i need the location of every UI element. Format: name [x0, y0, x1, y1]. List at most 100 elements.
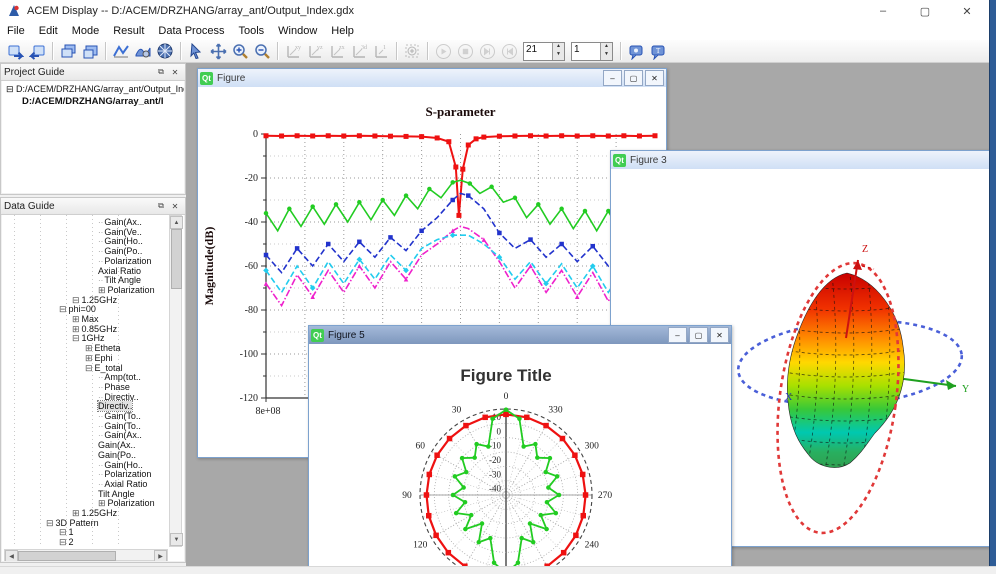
float-panel-icon[interactable]: ⧉ [154, 200, 168, 213]
data-tree-item[interactable]: ⊟phi=00 [59, 304, 96, 314]
menu-edit[interactable]: Edit [32, 22, 65, 40]
collapse-icon[interactable]: ⊟ [72, 295, 80, 305]
title-bar[interactable]: ACEM Display -- D:/ACEM/DRZHANG/array_an… [0, 0, 996, 23]
polar-plot-button[interactable] [154, 41, 176, 61]
collapse-icon[interactable]: ⊟ [59, 537, 67, 547]
expand-icon[interactable]: ⊞ [85, 353, 93, 363]
collapse-icon[interactable]: ⊟ [85, 363, 93, 373]
scroll-down-icon[interactable]: ▼ [170, 533, 183, 546]
data-tree-item[interactable]: ⊟1.25GHz [72, 295, 117, 305]
line-plot-button[interactable] [110, 41, 132, 61]
data-tree-item[interactable]: ⊟2 [59, 537, 74, 547]
collapse-icon[interactable]: ⊟ [46, 518, 54, 528]
project-guide-tree[interactable]: ⊟ D:/ACEM/DRZHANG/array_ant/Output_Index… [2, 81, 184, 193]
figure-title-bar[interactable]: Qt Figure – ▢ ✕ [198, 69, 666, 87]
data-tree-item[interactable]: ··Gain(Ax.. [98, 430, 142, 440]
data-tree-item[interactable]: ··Amp(tot.. [98, 372, 141, 382]
project-tree-item[interactable]: D:/ACEM/DRZHANG/array_ant/I [22, 96, 163, 107]
minimize-button[interactable]: – [862, 0, 904, 22]
data-guide-tree[interactable]: ··Gain(Ax..··Gain(Ve..··Gain(Ho..··Gain(… [2, 215, 168, 547]
expand-icon[interactable]: ⊞ [72, 314, 80, 324]
expand-icon[interactable]: ⊞ [72, 324, 80, 334]
pan-button[interactable] [207, 41, 229, 61]
data-tree-item[interactable]: ⊟E_total [85, 363, 123, 373]
scroll-right-icon[interactable]: ▶ [154, 550, 167, 561]
close-button[interactable]: ✕ [946, 0, 988, 22]
data-tree-item[interactable]: ⊞Polarization [98, 285, 155, 295]
menu-data-process[interactable]: Data Process [151, 22, 231, 40]
tile-windows-button[interactable] [79, 41, 101, 61]
menu-tools[interactable]: Tools [231, 22, 271, 40]
scroll-thumb[interactable] [18, 551, 116, 561]
annotation-button[interactable] [625, 41, 647, 61]
expand-icon[interactable]: ⊞ [72, 508, 80, 518]
menu-file[interactable]: File [0, 22, 32, 40]
data-tree-item[interactable]: Tilt Angle [98, 489, 135, 499]
scroll-up-icon[interactable]: ▲ [170, 216, 183, 229]
data-tree-item[interactable]: ⊞0.85GHz [72, 324, 117, 334]
data-tree-item[interactable]: ··Gain(Ho.. [98, 236, 143, 246]
menu-mode[interactable]: Mode [65, 22, 107, 40]
data-tree-item[interactable]: ··Polarization [98, 256, 151, 266]
frame-count-spinner[interactable]: 21 ▲▼ [523, 42, 565, 61]
close-panel-icon[interactable]: ✕ [168, 200, 182, 213]
minimize-button[interactable]: – [668, 327, 687, 343]
data-tree-item[interactable]: ··Gain(Ax.. [98, 217, 142, 227]
project-tree-item[interactable]: ⊟ D:/ACEM/DRZHANG/array_ant/Output_Index [6, 84, 184, 95]
close-button[interactable]: ✕ [645, 70, 664, 86]
expand-icon[interactable]: ⊞ [85, 343, 93, 353]
data-tree-item[interactable]: ··Gain(To.. [98, 411, 141, 421]
maximize-button[interactable]: ▢ [904, 0, 946, 22]
surface-plot-button[interactable] [132, 41, 154, 61]
maximize-button[interactable]: ▢ [689, 327, 708, 343]
spin-up-icon[interactable]: ▲ [601, 43, 612, 52]
zoom-in-button[interactable] [229, 41, 251, 61]
select-cursor-button[interactable] [185, 41, 207, 61]
data-tree-item[interactable]: ··Gain(Ve.. [98, 227, 142, 237]
expand-icon[interactable]: ⊞ [98, 285, 106, 295]
import-data-button[interactable] [26, 41, 48, 61]
data-tree-item[interactable]: ⊞Polarization [98, 498, 155, 508]
text-annotation-button[interactable]: T [647, 41, 669, 61]
spin-down-icon[interactable]: ▼ [601, 51, 612, 60]
data-tree-item[interactable]: Axial Ratio [98, 266, 141, 276]
data-tree-item[interactable]: ⊞Ephi [85, 353, 113, 363]
close-panel-icon[interactable]: ✕ [168, 66, 182, 79]
data-tree-item[interactable]: ··Polarization [98, 469, 151, 479]
data-tree-item[interactable]: ⊞Etheta [85, 343, 121, 353]
data-tree-item[interactable]: Directiv.. [98, 401, 132, 411]
vertical-scrollbar[interactable]: ▲ ▼ [169, 215, 182, 547]
minimize-button[interactable]: – [603, 70, 622, 86]
data-guide-header[interactable]: Data Guide ⧉ ✕ [1, 198, 185, 215]
data-tree-item[interactable]: ⊟3D Pattern [46, 518, 99, 528]
data-tree-item[interactable]: Gain(Po.. [98, 450, 136, 460]
data-tree-item[interactable]: Gain(Ax.. [98, 440, 136, 450]
figure-title-bar[interactable]: Qt Figure 3 [611, 151, 990, 169]
project-guide-header[interactable]: Project Guide ⧉ ✕ [1, 64, 185, 81]
menu-result[interactable]: Result [106, 22, 151, 40]
close-button[interactable]: ✕ [710, 327, 729, 343]
figure-title-bar[interactable]: Qt Figure 5 – ▢ ✕ [309, 326, 731, 344]
data-tree-item[interactable]: ⊟1GHz [72, 333, 105, 343]
data-tree-item[interactable]: ··Directiv.. [98, 392, 139, 402]
frame-index-spinner[interactable]: 1 ▲▼ [571, 42, 613, 61]
data-tree-item[interactable]: ⊟1 [59, 527, 74, 537]
data-tree-item[interactable]: ··Axial Ratio [98, 479, 147, 489]
maximize-button[interactable]: ▢ [624, 70, 643, 86]
scroll-thumb[interactable] [171, 229, 182, 289]
menu-window[interactable]: Window [271, 22, 324, 40]
menu-help[interactable]: Help [324, 22, 361, 40]
spin-down-icon[interactable]: ▼ [553, 51, 564, 60]
collapse-icon[interactable]: ⊟ [72, 333, 80, 343]
data-tree-item[interactable]: ··Gain(Po.. [98, 246, 142, 256]
collapse-icon[interactable]: ⊟ [59, 304, 67, 314]
spin-up-icon[interactable]: ▲ [553, 43, 564, 52]
data-tree-item[interactable]: ⊞1.25GHz [72, 508, 117, 518]
scroll-left-icon[interactable]: ◀ [5, 550, 18, 561]
data-tree-item[interactable]: ··Gain(To.. [98, 421, 141, 431]
collapse-icon[interactable]: ⊟ [59, 527, 67, 537]
horizontal-scrollbar[interactable]: ◀ ▶ [4, 549, 168, 561]
data-tree-item[interactable]: ··Tilt Angle [98, 275, 141, 285]
open-project-button[interactable] [4, 41, 26, 61]
cascade-windows-button[interactable] [57, 41, 79, 61]
